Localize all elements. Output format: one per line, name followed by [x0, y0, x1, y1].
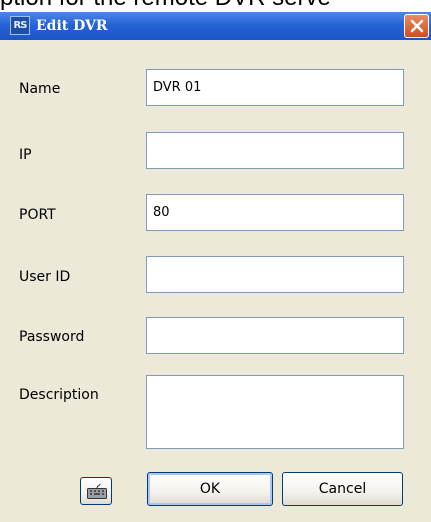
- close-icon: [410, 19, 424, 33]
- close-button[interactable]: [404, 14, 429, 38]
- title-bar[interactable]: RS Edit DVR: [0, 12, 431, 40]
- port-label: PORT: [19, 207, 56, 223]
- password-label: Password: [19, 329, 85, 345]
- background-document-text: ption for the remote DVR serve: [0, 0, 431, 11]
- user-id-label: User ID: [19, 269, 71, 285]
- window-title: Edit DVR: [36, 18, 108, 34]
- description-label: Description: [19, 387, 99, 403]
- user-id-field[interactable]: [146, 256, 404, 293]
- description-field[interactable]: [146, 375, 404, 449]
- name-field[interactable]: [146, 69, 404, 106]
- cancel-button[interactable]: Cancel: [282, 472, 403, 506]
- password-field[interactable]: [146, 317, 404, 354]
- keyboard-button[interactable]: [80, 477, 112, 505]
- ok-button[interactable]: OK: [147, 472, 273, 506]
- ip-field[interactable]: [146, 132, 404, 169]
- edit-dvr-dialog: RS Edit DVR Name IP PORT User ID Passwor…: [0, 12, 431, 522]
- port-field[interactable]: [146, 194, 404, 231]
- ip-label: IP: [19, 147, 32, 163]
- keyboard-icon: [87, 484, 107, 499]
- app-icon: RS: [10, 16, 30, 35]
- name-label: Name: [19, 81, 61, 97]
